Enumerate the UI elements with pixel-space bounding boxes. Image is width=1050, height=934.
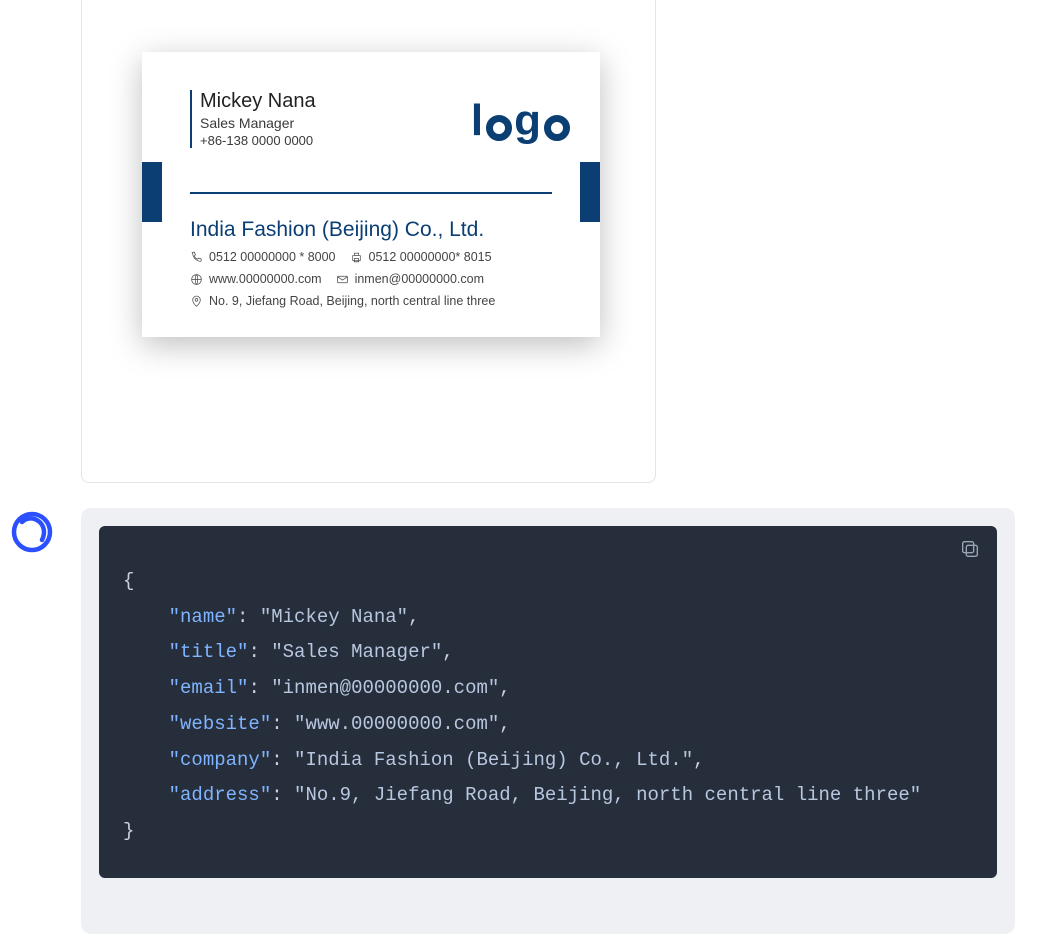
logo-letter-o — [486, 115, 512, 141]
card-fax: 0512 00000000* 8015 — [350, 250, 492, 264]
copy-code-button[interactable] — [959, 538, 983, 562]
phone-icon — [190, 251, 203, 264]
attachment-panel: Mickey Nana Sales Manager +86-138 0000 0… — [81, 0, 656, 483]
card-phone: +86-138 0000 0000 — [200, 133, 316, 148]
globe-icon — [190, 273, 203, 286]
mail-icon — [336, 273, 349, 286]
card-name-block: Mickey Nana Sales Manager +86-138 0000 0… — [190, 90, 316, 148]
business-card-image: Mickey Nana Sales Manager +86-138 0000 0… — [142, 52, 600, 337]
logo-letter: l — [471, 96, 482, 146]
card-website: www.00000000.com — [190, 272, 322, 286]
card-logo: l g — [471, 96, 572, 146]
card-name: Mickey Nana — [200, 90, 316, 113]
assistant-message: { "name": "Mickey Nana", "title": "Sales… — [81, 508, 1015, 934]
code-block: { "name": "Mickey Nana", "title": "Sales… — [99, 526, 997, 878]
card-email: inmen@00000000.com — [336, 272, 484, 286]
card-tel: 0512 00000000 * 8000 — [190, 250, 336, 264]
assistant-avatar — [10, 510, 54, 554]
card-address: No. 9, Jiefang Road, Beijing, north cent… — [190, 294, 495, 308]
card-title: Sales Manager — [200, 115, 316, 131]
logo-letter: g — [514, 96, 540, 146]
location-icon — [190, 295, 203, 308]
code-content: { "name": "Mickey Nana", "title": "Sales… — [113, 540, 983, 874]
logo-letter-o — [544, 115, 570, 141]
card-company: India Fashion (Beijing) Co., Ltd. — [190, 218, 552, 242]
card-divider — [142, 192, 600, 194]
fax-icon — [350, 251, 363, 264]
